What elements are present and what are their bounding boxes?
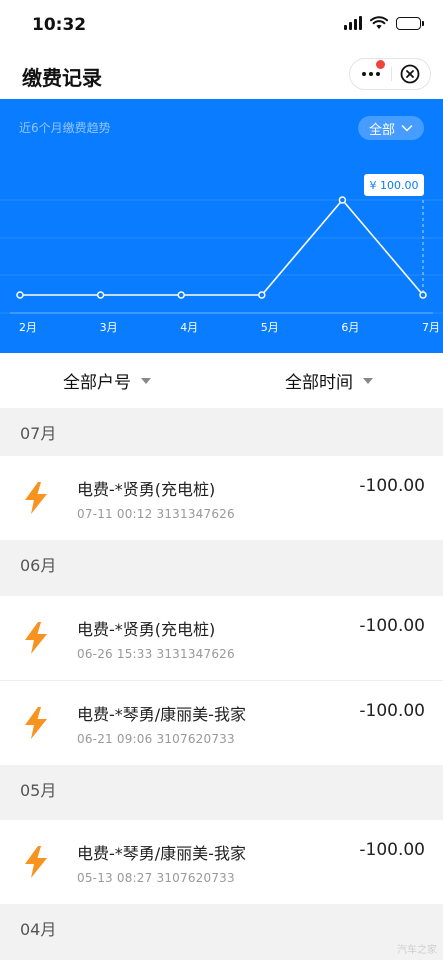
trend-chart-plot: 2月 3月 4月 5月 6月 7月 ¥ 100.00 [0, 174, 443, 334]
record-name: 电费-*琴勇/康丽美-我家 [77, 705, 246, 724]
triangle-down-icon [363, 377, 373, 384]
record-item[interactable]: 电费-*琴勇/康丽美-我家 06-21 09:06 3107620733 -10… [0, 681, 443, 765]
account-filter-label: 全部户号 [63, 373, 131, 393]
chart-tick-label: 2月 [19, 321, 37, 334]
record-name: 电费-*贤勇(充电桩) [77, 620, 216, 639]
month-header: 04月 [0, 904, 443, 952]
record-meta: 07-11 00:12 3131347626 [77, 507, 235, 521]
trend-chart: 近6个月缴费趋势 全部 2月 3月 4月 5月 6月 7月 ¥ 100.00 [0, 99, 443, 353]
lightning-bolt-icon [25, 482, 47, 514]
record-name: 电费-*琴勇/康丽美-我家 [77, 844, 246, 863]
chart-point [419, 291, 427, 299]
chart-point [258, 291, 266, 299]
chart-tick-label: 3月 [100, 321, 118, 334]
chart-tick-label: 7月 [422, 321, 440, 334]
account-filter[interactable]: 全部户号 [63, 368, 151, 393]
record-amount: -100.00 [359, 701, 425, 721]
chart-point [16, 291, 24, 299]
battery-icon [396, 16, 424, 30]
chart-series-line [20, 198, 424, 296]
page-title: 缴费记录 [22, 66, 102, 90]
record-meta: 05-13 08:27 3107620733 [77, 871, 235, 885]
close-circle-icon [400, 64, 419, 84]
nav-bar: 缴费记录 [0, 52, 443, 99]
status-time: 10:32 [32, 15, 87, 35]
chart-tick-label: 4月 [180, 321, 198, 334]
lightning-bolt-icon [25, 622, 47, 654]
signal-icon [344, 16, 362, 30]
mini-program-capsule [349, 58, 431, 90]
wifi-icon [370, 16, 388, 29]
month-header: 05月 [0, 765, 443, 813]
chart-tick-label: 5月 [261, 321, 279, 334]
chart-point [177, 291, 185, 299]
more-dots-icon [361, 72, 366, 76]
lightning-bolt-icon [25, 846, 47, 878]
chart-tooltip-label: ¥ 100.00 [370, 179, 419, 192]
record-item[interactable]: 电费-*琴勇/康丽美-我家 05-13 08:27 3107620733 -10… [0, 820, 443, 904]
triangle-down-icon [141, 377, 151, 384]
time-filter-label: 全部时间 [285, 373, 353, 393]
record-meta: 06-21 09:06 3107620733 [77, 732, 235, 746]
chart-point [96, 291, 105, 299]
month-header: 07月 [0, 408, 443, 456]
notification-dot [376, 60, 385, 69]
status-icons [344, 16, 424, 30]
record-name: 电费-*贤勇(充电桩) [77, 480, 216, 499]
record-meta: 06-26 15:33 3131347626 [77, 647, 235, 661]
status-bar: 10:32 [0, 0, 443, 52]
record-amount: -100.00 [359, 616, 425, 636]
chart-tick-label: 6月 [341, 321, 359, 334]
month-header: 06月 [0, 540, 443, 588]
filter-row: 全部户号 全部时间 [0, 353, 443, 408]
more-button[interactable] [350, 59, 391, 89]
record-item[interactable]: 电费-*贤勇(充电桩) 07-11 00:12 3131347626 -100.… [0, 456, 443, 540]
lightning-bolt-icon [25, 707, 47, 739]
watermark: 汽车之家 [397, 945, 437, 956]
chart-point [338, 196, 347, 204]
record-amount: -100.00 [359, 476, 425, 496]
record-item[interactable]: 电费-*贤勇(充电桩) 06-26 15:33 3131347626 -100.… [0, 596, 443, 680]
close-button[interactable] [389, 59, 430, 89]
record-amount: -100.00 [359, 840, 425, 860]
time-filter[interactable]: 全部时间 [285, 368, 373, 393]
